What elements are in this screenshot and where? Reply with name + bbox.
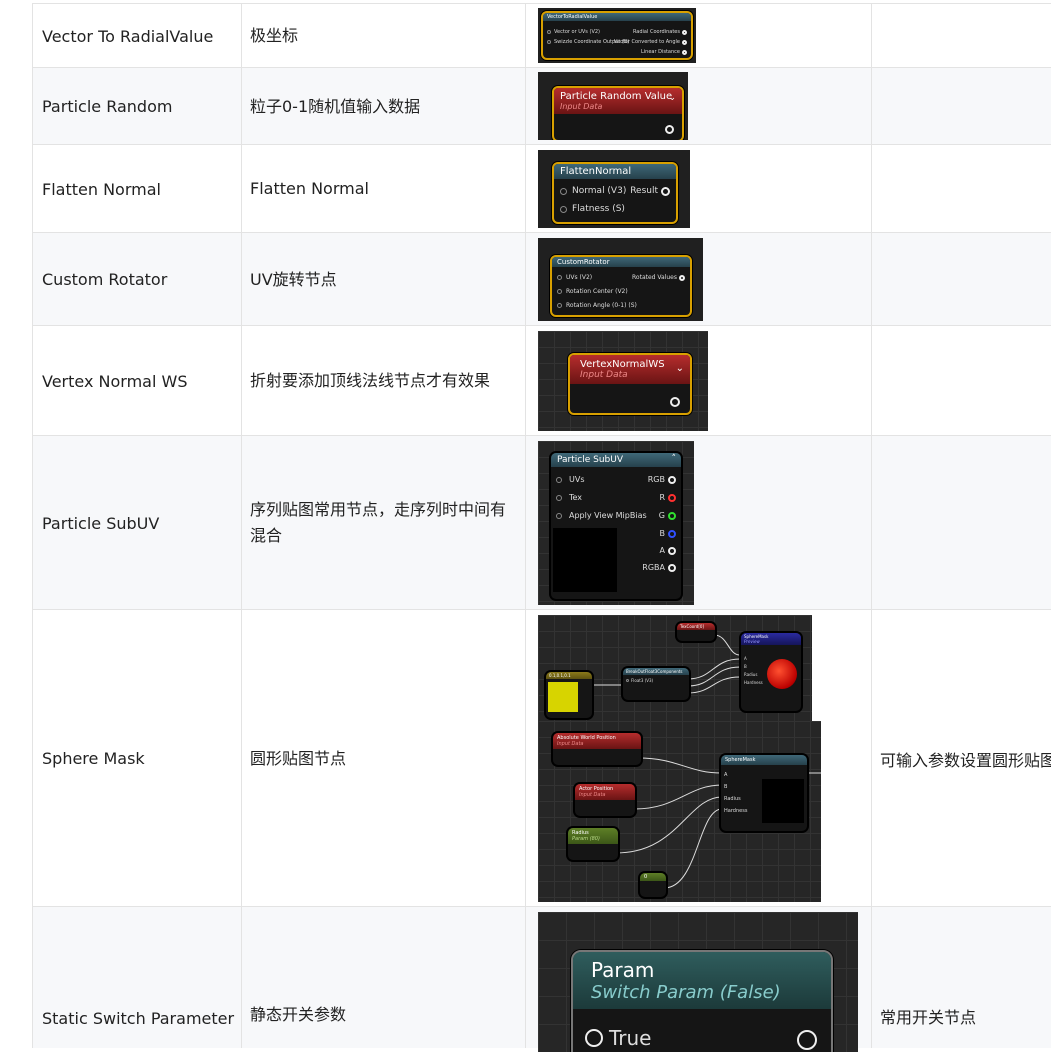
node-name-cell: Static Switch Parameter [32, 907, 242, 1048]
node-name-cell: Custom Rotator [32, 233, 242, 326]
preview-thumbnail [762, 779, 804, 823]
absolute-world-position-node: Absolute World Position Input Data [552, 732, 642, 766]
node-name-cell: Particle Random [32, 68, 242, 145]
node-name: Flatten Normal [42, 179, 161, 199]
description-cell: 折射要添加顶线法线节点才有效果 [241, 326, 526, 436]
node-name: Custom Rotator [42, 270, 168, 289]
description-cell: 粒子0-1随机值输入数据 [241, 68, 526, 145]
table-row: Particle Random 粒子0-1随机值输入数据 Particle Ra… [32, 67, 1051, 145]
sphere-mask-node: SphereMask A B Radius Hardness [720, 754, 808, 832]
description-cell: 序列贴图常用节点，走序列时中间有混合 [241, 436, 526, 610]
note-cell [871, 326, 1051, 436]
node-name-cell: Sphere Mask [32, 610, 242, 907]
note-cell [871, 436, 1051, 610]
chevron-down-icon[interactable]: ⌄ [676, 363, 684, 374]
node-name-cell: Particle SubUV [32, 436, 242, 610]
description-cell: 静态开关参数 [241, 907, 526, 1048]
description-cell: UV旋转节点 [241, 233, 526, 326]
node-name: Vector To RadialValue [42, 26, 214, 46]
node-description: 圆形贴图节点 [250, 748, 347, 768]
node-description: UV旋转节点 [250, 269, 337, 289]
zero-constant-node: 0 [639, 872, 667, 898]
flatten-normal-node: FlattenNormal Normal (V3) Result Flatnes… [552, 162, 678, 224]
table-row: Sphere Mask 圆形贴图节点 0.1,0.1,0.1 TexCoord[… [32, 609, 1051, 907]
node-screenshot: FlattenNormal Normal (V3) Result Flatnes… [538, 150, 690, 228]
note-cell: 可输入参数设置圆形贴图 [871, 610, 1051, 907]
screenshot-cell: Param Switch Param (False) True [525, 907, 872, 1052]
particle-random-node: Particle Random Value Input Data ⌄ [552, 86, 684, 140]
node-screenshot: CustomRotator UVs (V2) Rotated Values Ro… [538, 238, 703, 321]
screenshot-cell: CustomRotator UVs (V2) Rotated Values Ro… [525, 233, 872, 326]
particle-subuv-node: Particle SubUV ˄ UVs Tex Apply View MipB… [550, 452, 682, 600]
table-row: Vertex Normal WS 折射要添加顶线法线节点才有效果 VertexN… [32, 325, 1051, 436]
node-screenshot: Particle SubUV ˄ UVs Tex Apply View MipB… [538, 441, 694, 605]
node-screenshot: Param Switch Param (False) True [538, 912, 858, 1052]
vector-to-radial-node: VectorToRadialValue Vector or UVs (V2) S… [541, 11, 693, 60]
note-cell [871, 233, 1051, 326]
node-screenshot: VectorToRadialValue Vector or UVs (V2) S… [538, 8, 696, 63]
node-screenshot: VertexNormalWS Input Data ⌄ [538, 331, 708, 431]
screenshot-cell: Particle SubUV ˄ UVs Tex Apply View MipB… [525, 436, 872, 610]
table-row: Flatten Normal Flatten Normal FlattenNor… [32, 144, 1051, 233]
node-name-cell: Vertex Normal WS [32, 326, 242, 436]
preview-thumbnail [553, 528, 617, 592]
node-graph-screenshot: 0.1,0.1,0.1 TexCoord[0] BreakOutFloat3Co… [538, 615, 812, 722]
node-name: Particle SubUV [42, 513, 160, 533]
screenshot-cell: VectorToRadialValue Vector or UVs (V2) S… [525, 4, 872, 68]
sphere-mask-preview-node: SphereMask Preview A B Radius Hardness [740, 632, 802, 712]
breakout-node: BreakOutFloat3Components Float3 (V3) [622, 667, 690, 701]
node-name: Sphere Mask [42, 749, 145, 768]
vertex-normal-ws-node: VertexNormalWS Input Data ⌄ [568, 353, 692, 415]
output-pin-icon[interactable] [670, 397, 680, 407]
node-name: Vertex Normal WS [42, 371, 188, 391]
note-cell [871, 4, 1051, 68]
screenshot-cell: FlattenNormal Normal (V3) Result Flatnes… [525, 145, 872, 233]
node-name-cell: Vector To RadialValue [32, 4, 242, 68]
node-name-cell: Flatten Normal [32, 145, 242, 233]
custom-rotator-node: CustomRotator UVs (V2) Rotated Values Ro… [550, 255, 692, 317]
node-description: 折射要添加顶线法线节点才有效果 [250, 371, 491, 390]
note-cell: 常用开关节点 [871, 907, 1051, 1048]
actor-position-node: Actor Position Input Data [574, 783, 636, 817]
node-description: Flatten Normal [250, 179, 369, 198]
chevron-down-icon[interactable]: ⌄ [668, 93, 676, 103]
constant-vector-node: 0.1,0.1,0.1 [545, 671, 593, 719]
note-cell [871, 68, 1051, 145]
node-description: 序列贴图常用节点，走序列时中间有混合 [250, 500, 507, 545]
node-name: Static Switch Parameter [42, 1009, 235, 1028]
description-cell: Flatten Normal [241, 145, 526, 233]
table-row: Particle SubUV 序列贴图常用节点，走序列时中间有混合 Partic… [32, 435, 1051, 610]
color-swatch [548, 682, 578, 712]
static-switch-param-node: Param Switch Param (False) True [571, 950, 833, 1052]
description-cell: 极坐标 [241, 4, 526, 68]
node-note: 常用开关节点 [880, 1008, 977, 1027]
output-pin-icon[interactable] [665, 125, 674, 134]
chevron-up-icon[interactable]: ˄ [672, 454, 677, 464]
node-description: 粒子0-1随机值输入数据 [250, 96, 421, 116]
radius-param-node: Radius Param (80) [567, 827, 619, 861]
red-sphere-preview [767, 659, 797, 689]
description-cell: 圆形贴图节点 [241, 610, 526, 907]
node-screenshot: Particle Random Value Input Data ⌄ [538, 72, 688, 140]
table-row: Vector To RadialValue 极坐标 VectorToRadial… [32, 3, 1051, 68]
node-graph-screenshot: Absolute World Position Input Data Actor… [538, 721, 821, 902]
screenshot-cell: VertexNormalWS Input Data ⌄ [525, 326, 872, 436]
table-row: Static Switch Parameter 静态开关参数 Param Swi… [32, 906, 1051, 1052]
node-description: 静态开关参数 [250, 1005, 347, 1024]
node-description: 极坐标 [250, 26, 299, 45]
node-note: 可输入参数设置圆形贴图 [880, 750, 1051, 770]
table-row: Custom Rotator UV旋转节点 CustomRotator UVs … [32, 232, 1051, 326]
screenshot-cell: 0.1,0.1,0.1 TexCoord[0] BreakOutFloat3Co… [525, 610, 872, 907]
note-cell [871, 145, 1051, 233]
screenshot-cell: Particle Random Value Input Data ⌄ [525, 68, 872, 145]
texcoord-node: TexCoord[0] [676, 622, 716, 642]
output-pin-icon[interactable] [797, 1030, 817, 1050]
node-name: Particle Random [42, 97, 173, 116]
